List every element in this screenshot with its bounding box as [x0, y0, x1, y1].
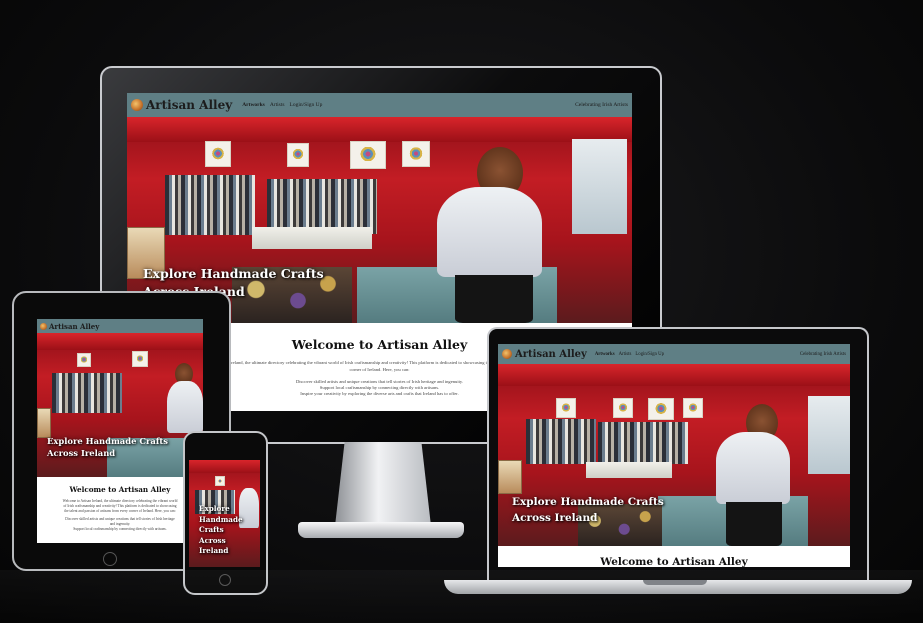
monitor-stand-neck	[335, 442, 431, 526]
craft-card	[683, 398, 703, 418]
clothing-rack	[526, 419, 596, 464]
craft-card	[205, 141, 231, 167]
navbar: Artisan Alley	[37, 319, 203, 333]
craft-card	[613, 398, 633, 418]
mockup-stage: Artisan Alley Artworks Artists Login/Sig…	[0, 0, 923, 623]
craft-card	[648, 398, 674, 420]
welcome-section: Welcome to Artisan Alley	[498, 546, 850, 567]
craft-card	[402, 141, 430, 167]
nav-login[interactable]: Login/Sign Up	[289, 102, 322, 108]
monitor-stand-foot	[298, 522, 464, 538]
logo-icon[interactable]	[131, 99, 143, 111]
tent-roof	[37, 333, 203, 351]
navbar: Artisan Alley Artworks Artists Login/Sig…	[498, 344, 850, 364]
hero-title: Explore Handmade Crafts Across Ireland	[512, 496, 664, 524]
tent-roof	[189, 460, 260, 473]
brand-name[interactable]: Artisan Alley	[146, 98, 232, 112]
tagline: Celebrating Irish Artists	[575, 102, 628, 108]
navbar: Artisan Alley Artworks Artists Login/Sig…	[127, 93, 632, 117]
phone-screen: Explore Handmade Crafts Across Ireland	[189, 460, 260, 567]
welcome-title: Welcome to Artisan Alley	[69, 485, 171, 494]
clothing-rack	[52, 373, 122, 413]
logo-icon[interactable]	[40, 322, 47, 330]
display-table	[586, 462, 672, 478]
tent-roof	[127, 117, 632, 142]
hero-image: Explore Handmade Crafts Across Ireland	[498, 364, 850, 546]
nav-login[interactable]: Login/Sign Up	[635, 352, 664, 357]
nav-links: Artworks Artists Login/Sign Up	[242, 102, 322, 108]
welcome-support: Support local craftsmanship by connectin…	[73, 527, 167, 531]
portrait-painting	[37, 408, 51, 438]
logo-icon[interactable]	[502, 349, 512, 359]
tent-window	[808, 396, 850, 474]
tagline: Celebrating Irish Artists	[799, 351, 846, 357]
tent-roof	[498, 364, 850, 386]
welcome-intro: Welcome to Artisan Ireland, the ultimate…	[62, 499, 178, 513]
portrait-painting	[498, 460, 522, 494]
hero-image: Explore Handmade Crafts Across Ireland	[189, 460, 260, 567]
brand-name[interactable]: Artisan Alley	[515, 349, 587, 360]
tablet-home-button	[103, 552, 117, 566]
brand-name[interactable]: Artisan Alley	[49, 322, 99, 331]
craft-card	[556, 398, 576, 418]
craft-card	[350, 141, 386, 169]
hero-title: Explore Handmade Crafts Across Ireland	[199, 504, 243, 555]
hero-image: Explore Handmade Crafts Across Ireland	[37, 333, 203, 477]
artisan-body	[167, 381, 203, 433]
floor-reflection	[0, 570, 923, 623]
tent-window	[572, 139, 627, 234]
nav-artists[interactable]: Artists	[270, 102, 285, 108]
clothing-rack	[598, 422, 688, 464]
hero-title: Explore Handmade Crafts Across Ireland	[47, 436, 169, 458]
artisan-skirt	[726, 502, 782, 546]
artisan-body	[716, 432, 790, 504]
artisan-body	[437, 187, 542, 277]
clothing-rack	[267, 179, 377, 234]
display-table	[252, 227, 372, 249]
nav-artworks[interactable]: Artworks	[595, 352, 615, 357]
welcome-discover: Discover skilled artists and unique crea…	[65, 517, 175, 526]
laptop-screen: Artisan Alley Artworks Artists Login/Sig…	[498, 344, 850, 567]
tablet-screen: Artisan Alley Explore Handmade Crafts Ac…	[37, 319, 203, 543]
welcome-title: Welcome to Artisan Alley	[600, 556, 748, 567]
craft-card	[77, 353, 91, 367]
nav-artworks[interactable]: Artworks	[242, 102, 265, 108]
nav-artists[interactable]: Artists	[619, 352, 632, 357]
clothing-rack	[165, 175, 255, 235]
craft-card	[215, 476, 225, 486]
craft-card	[287, 143, 309, 167]
craft-card	[132, 351, 148, 367]
nav-links: Artworks Artists Login/Sign Up	[595, 352, 664, 357]
welcome-section: Welcome to Artisan Alley Welcome to Arti…	[37, 477, 203, 543]
artisan-skirt	[455, 275, 533, 323]
